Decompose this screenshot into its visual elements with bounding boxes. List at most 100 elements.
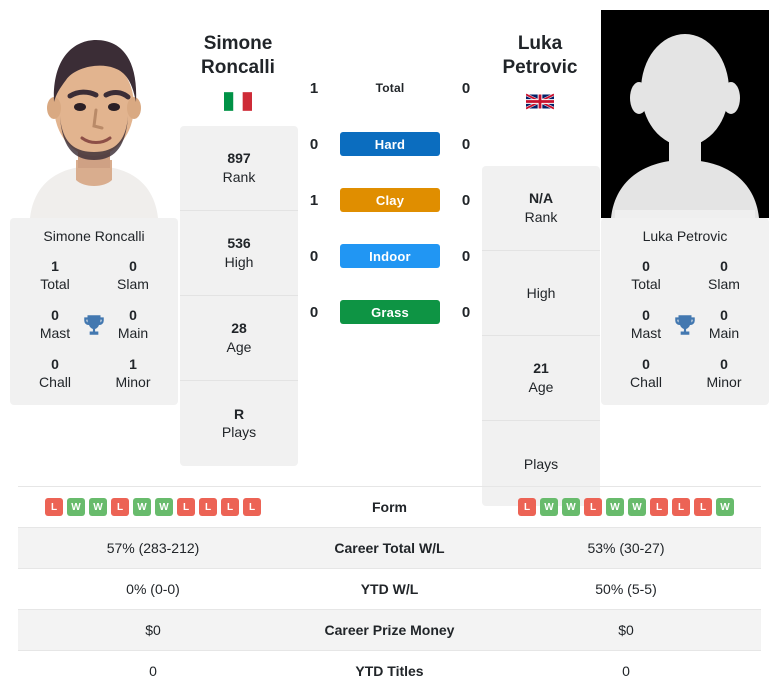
title-stat-value: 1 xyxy=(129,356,137,372)
title-stat-label: Chall xyxy=(39,373,71,390)
surface-right-count: 0 xyxy=(461,135,471,153)
player-right-photo xyxy=(601,10,769,218)
form-badges-right: LWWLWWLLLW xyxy=(495,498,757,516)
surface-left-count: 1 xyxy=(309,191,319,209)
head-to-head-comparison: Simone Roncalli 1 Total 0 Slam 0 Mast 0 … xyxy=(0,0,779,679)
surface-breakdown: 1 Total 0 0 Hard 0 1 Clay 0 0 Indoor 0 0… xyxy=(303,60,477,340)
title-stat-value: 0 xyxy=(129,258,137,274)
form-badge-win: W xyxy=(67,498,85,516)
flag-italy-icon xyxy=(224,92,252,111)
form-left-cell: LWWLWWLLLL xyxy=(18,487,288,528)
trophy-icon xyxy=(672,312,698,338)
form-badge-win: W xyxy=(155,498,173,516)
row-left-value: 0 xyxy=(149,663,157,680)
surface-left-count: 0 xyxy=(309,303,319,321)
player-right-stat-card: N/A Rank High 21 Age Plays xyxy=(482,166,600,506)
player-left-first-name: Simone xyxy=(203,33,273,54)
table-row: 0% (0-0) YTD W/L 50% (5-5) xyxy=(18,568,761,610)
form-badge-loss: L xyxy=(221,498,239,516)
title-stat-chall: 0 Chall xyxy=(16,356,94,391)
form-badge-loss: L xyxy=(177,498,195,516)
stat-value: R xyxy=(233,405,245,422)
stat-high: High xyxy=(482,251,600,336)
title-stat-label: Minor xyxy=(115,373,151,390)
form-badge-loss: L xyxy=(518,498,536,516)
form-right-cell: LWWLWWLLLW xyxy=(491,487,761,528)
surface-badge-indoor[interactable]: Indoor xyxy=(340,244,440,268)
row-left-value: $0 xyxy=(145,622,161,638)
row-label: Career Prize Money xyxy=(324,622,455,638)
surface-row-clay: 1 Clay 0 xyxy=(303,172,477,228)
form-badge-loss: L xyxy=(243,498,261,516)
player-left-last-name: Roncalli xyxy=(201,56,275,78)
form-badge-win: W xyxy=(716,498,734,516)
player-right-flag-wrap xyxy=(474,90,606,114)
form-badge-loss: L xyxy=(672,498,690,516)
title-stat-label: Slam xyxy=(117,275,149,292)
surface-badge-grass[interactable]: Grass xyxy=(340,300,440,324)
stat-label: Plays xyxy=(221,424,257,441)
form-badge-win: W xyxy=(562,498,580,516)
form-badge-win: W xyxy=(606,498,624,516)
stat-label: High xyxy=(526,285,556,302)
title-stat-value: 0 xyxy=(642,258,650,274)
surface-left-count: 1 xyxy=(309,79,319,97)
stat-value: 897 xyxy=(227,150,251,167)
title-stat-label: Total xyxy=(631,275,661,292)
stat-label: Age xyxy=(528,378,554,395)
title-stat-label: Slam xyxy=(708,275,740,292)
row-right-value: 0 xyxy=(622,663,630,680)
form-badges-left: LWWLWWLLLL xyxy=(22,498,284,516)
stat-label: Age xyxy=(226,338,252,355)
stat-label: Rank xyxy=(524,208,558,225)
form-badge-loss: L xyxy=(45,498,63,516)
surface-left-count: 0 xyxy=(309,247,319,265)
stat-high: 536 High xyxy=(180,211,298,296)
title-stat-minor: 0 Minor xyxy=(685,356,763,391)
surface-badge-total: Total xyxy=(375,81,405,95)
stat-value: 536 xyxy=(227,235,251,252)
stat-rank: N/A Rank xyxy=(482,166,600,251)
surface-row-hard: 0 Hard 0 xyxy=(303,116,477,172)
surface-row-indoor: 0 Indoor 0 xyxy=(303,228,477,284)
player-left-heading: Simone Roncalli xyxy=(172,32,304,113)
stat-label: Rank xyxy=(222,168,256,185)
row-right-value: 53% (30-27) xyxy=(587,540,665,556)
stat-plays: R Plays xyxy=(180,381,298,466)
form-badge-loss: L xyxy=(111,498,129,516)
surface-row-total: 1 Total 0 xyxy=(303,60,477,116)
surface-badge-clay[interactable]: Clay xyxy=(340,188,440,212)
surface-left-count: 0 xyxy=(309,135,319,153)
surface-right-count: 0 xyxy=(461,191,471,209)
surface-right-count: 0 xyxy=(461,79,471,97)
player-left-stat-card: 897 Rank 536 High 28 Age R Plays xyxy=(180,126,298,466)
player-right-name-card: Luka Petrovic 0 Total 0 Slam 0 Mast 0 Ma… xyxy=(601,218,769,405)
player-left-name-card: Simone Roncalli 1 Total 0 Slam 0 Mast 0 … xyxy=(10,218,178,405)
form-badge-win: W xyxy=(628,498,646,516)
title-stat-value: 0 xyxy=(642,356,650,372)
title-stat-label: Minor xyxy=(706,373,742,390)
title-stat-value: 0 xyxy=(51,356,59,372)
row-right-value: $0 xyxy=(618,622,634,638)
player-right-last-name: Petrovic xyxy=(502,56,578,78)
table-row: 0 YTD Titles 0 xyxy=(18,650,761,692)
player-left-titles-grid: 1 Total 0 Slam 0 Mast 0 Main 0 Chall 1 M… xyxy=(16,258,172,391)
form-badge-loss: L xyxy=(650,498,668,516)
form-badge-loss: L xyxy=(584,498,602,516)
row-label: Form xyxy=(372,499,407,515)
surface-right-count: 0 xyxy=(461,247,471,265)
title-stat-value: 0 xyxy=(720,258,728,274)
player-right-first-name: Luka xyxy=(517,33,563,54)
player-right-card-name: Luka Petrovic xyxy=(642,228,728,244)
player-right-heading: Luka Petrovic xyxy=(474,32,606,113)
row-label: YTD W/L xyxy=(360,581,419,597)
title-stat-label: Chall xyxy=(630,373,662,390)
row-left-value: 0% (0-0) xyxy=(126,581,180,597)
surface-badge-hard[interactable]: Hard xyxy=(340,132,440,156)
title-stat-value: 0 xyxy=(720,356,728,372)
player-right-column: Luka Petrovic 0 Total 0 Slam 0 Mast 0 Ma… xyxy=(601,10,769,405)
title-stat-slam: 0 Slam xyxy=(685,258,763,293)
table-row: $0 Career Prize Money $0 xyxy=(18,609,761,651)
player-left-photo xyxy=(10,10,178,218)
form-badge-loss: L xyxy=(199,498,217,516)
